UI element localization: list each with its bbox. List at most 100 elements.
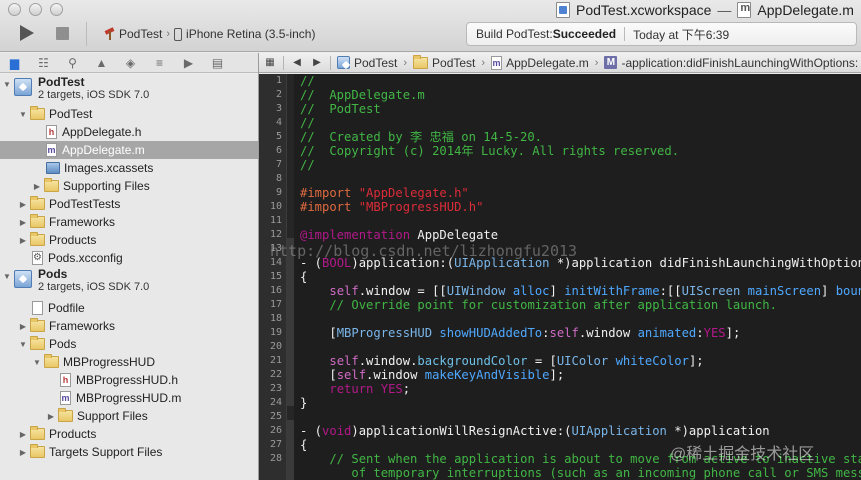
breadcrumb-symbol[interactable]: M -application:didFinishLaunchingWithOpt… bbox=[604, 56, 858, 70]
code-line: #import "AppDelegate.h" bbox=[300, 186, 469, 200]
group-label: Targets Support Files bbox=[49, 445, 163, 459]
disclosure-open-icon[interactable]: ▼ bbox=[2, 272, 12, 281]
file-row[interactable]: h AppDelegate.h bbox=[0, 123, 258, 141]
group-label: PodTest bbox=[49, 107, 93, 121]
group-label: Frameworks bbox=[49, 215, 116, 229]
disclosure-closed-icon[interactable]: ▶ bbox=[18, 236, 28, 245]
scheme-device[interactable]: iPhone Retina (3.5-inch) bbox=[186, 27, 315, 41]
file-label: Pods.xcconfig bbox=[48, 251, 123, 265]
header-file-icon: h bbox=[46, 125, 57, 139]
file-row[interactable]: ⚙ Pods.xcconfig bbox=[0, 249, 258, 267]
code-line: return YES; bbox=[329, 382, 411, 396]
project-name: Pods bbox=[38, 267, 68, 281]
source-editor[interactable]: // // AppDelegate.m // PodTest // // Cre… bbox=[294, 74, 861, 480]
disclosure-closed-icon[interactable]: ▶ bbox=[46, 412, 56, 421]
breakpoint-icon[interactable]: ▶ bbox=[174, 54, 203, 72]
window-toolbar: PodTest.xcworkspace — AppDelegate.m PodT… bbox=[0, 0, 861, 52]
fold-region[interactable] bbox=[287, 420, 294, 480]
line-number: 15 bbox=[269, 271, 282, 282]
disclosure-open-icon[interactable]: ▼ bbox=[32, 358, 42, 367]
chevron-right-icon: › bbox=[403, 56, 408, 69]
file-label: Podfile bbox=[48, 301, 85, 315]
disclosure-closed-icon[interactable]: ▶ bbox=[18, 200, 28, 209]
group-row[interactable]: ▶ PodTestTests bbox=[0, 195, 258, 213]
project-row-pods[interactable]: ▼ Pods 2 targets, iOS SDK 7.0 bbox=[0, 268, 258, 296]
group-row[interactable]: ▶ Products bbox=[0, 425, 258, 443]
disclosure-closed-icon[interactable]: ▶ bbox=[18, 218, 28, 227]
file-title: AppDelegate.m bbox=[757, 2, 854, 18]
group-row[interactable]: ▼ MBProgressHUD bbox=[0, 353, 258, 371]
debug-icon[interactable]: ≡ bbox=[145, 54, 174, 72]
group-label: Pods bbox=[49, 337, 77, 351]
back-arrow-icon[interactable]: ◀ bbox=[290, 57, 304, 68]
line-number: 10 bbox=[269, 201, 282, 212]
group-row[interactable]: ▶ Support Files bbox=[0, 407, 258, 425]
symbol-icon[interactable]: ☷ bbox=[29, 54, 58, 72]
folder-icon bbox=[44, 178, 59, 192]
close-window-button[interactable] bbox=[8, 3, 21, 16]
line-number: 13 bbox=[269, 243, 282, 254]
folder-icon bbox=[413, 54, 429, 69]
file-label: AppDelegate.h bbox=[62, 125, 142, 139]
code-line: #import "MBProgressHUD.h" bbox=[300, 200, 484, 214]
group-row[interactable]: ▶ Targets Support Files bbox=[0, 443, 258, 461]
breadcrumb-file[interactable]: m AppDelegate.m bbox=[491, 55, 589, 70]
file-label: MBProgressHUD.h bbox=[76, 373, 179, 387]
zoom-window-button[interactable] bbox=[50, 3, 63, 16]
run-button[interactable] bbox=[20, 25, 34, 41]
xcode-project-icon bbox=[14, 78, 32, 96]
file-row[interactable]: m MBProgressHUD.m bbox=[0, 389, 258, 407]
issue-icon[interactable]: ▲ bbox=[87, 54, 116, 72]
file-row-selected[interactable]: m AppDelegate.m bbox=[0, 141, 258, 159]
folder-icon[interactable]: ▆ bbox=[0, 54, 29, 72]
group-row[interactable]: ▼ PodTest bbox=[0, 105, 258, 123]
group-label: Support Files bbox=[77, 409, 148, 423]
implementation-file-icon: m bbox=[60, 391, 71, 405]
code-folding-ribbon[interactable] bbox=[287, 74, 294, 480]
code-line: - (BOOL)application:(UIApplication *)app… bbox=[300, 256, 861, 270]
breadcrumb-label: -application:didFinishLaunchingWithOptio… bbox=[621, 55, 859, 70]
line-number: 6 bbox=[275, 145, 282, 156]
scheme-target[interactable]: PodTest bbox=[119, 27, 162, 41]
iphone-icon bbox=[174, 27, 183, 41]
breadcrumb-group[interactable]: PodTest bbox=[413, 54, 475, 70]
code-line: { bbox=[300, 438, 308, 452]
group-row[interactable]: ▶ Frameworks bbox=[0, 213, 258, 231]
project-row-podtest[interactable]: ▼ PodTest 2 targets, iOS SDK 7.0 bbox=[0, 76, 258, 104]
group-row[interactable]: ▶ Products bbox=[0, 231, 258, 249]
folder-icon bbox=[58, 408, 73, 422]
group-label: PodTestTests bbox=[49, 197, 121, 211]
code-line: { bbox=[300, 270, 308, 284]
file-row[interactable]: h MBProgressHUD.h bbox=[0, 371, 258, 389]
log-icon[interactable]: ▤ bbox=[203, 54, 232, 72]
fold-region[interactable] bbox=[287, 238, 294, 406]
breadcrumb-project[interactable]: PodTest bbox=[337, 56, 397, 70]
navigator-selector-bar: ▆ ☷ ⚲ ▲ ◈ ≡ ▶ ▤ bbox=[0, 53, 258, 73]
disclosure-closed-icon[interactable]: ▶ bbox=[32, 182, 42, 191]
line-number-gutter[interactable]: 1 2 3 4 5 6 7 8 9 10 11 12 13 14 15 16 17 18 19 20 21 22 23 24 2… bbox=[259, 74, 287, 480]
related-items-icon[interactable]: ▦ bbox=[263, 57, 277, 68]
disclosure-closed-icon[interactable]: ▶ bbox=[18, 430, 28, 439]
group-row[interactable]: ▶ Supporting Files bbox=[0, 177, 258, 195]
line-number: 28 bbox=[269, 453, 282, 464]
disclosure-closed-icon[interactable]: ▶ bbox=[18, 448, 28, 457]
file-row[interactable]: Podfile bbox=[0, 299, 258, 317]
test-icon[interactable]: ◈ bbox=[116, 54, 145, 72]
disclosure-open-icon[interactable]: ▼ bbox=[2, 80, 12, 89]
forward-arrow-icon[interactable]: ▶ bbox=[310, 57, 324, 68]
config-file-icon: ⚙ bbox=[32, 251, 43, 265]
disclosure-closed-icon[interactable]: ▶ bbox=[18, 322, 28, 331]
file-row[interactable]: Images.xcassets bbox=[0, 159, 258, 177]
disclosure-open-icon[interactable]: ▼ bbox=[18, 110, 28, 119]
disclosure-open-icon[interactable]: ▼ bbox=[18, 340, 28, 349]
search-icon[interactable]: ⚲ bbox=[58, 54, 87, 72]
activity-viewer: Build PodTest: Succeeded Today at 下午6:39 bbox=[466, 22, 857, 46]
group-row[interactable]: ▶ Frameworks bbox=[0, 317, 258, 335]
group-row[interactable]: ▼ Pods bbox=[0, 335, 258, 353]
line-number: 22 bbox=[269, 369, 282, 380]
code-line: self.window = [[UIWindow alloc] initWith… bbox=[329, 284, 861, 298]
scheme-selector[interactable]: PodTest › iPhone Retina (3.5-inch) bbox=[86, 22, 315, 46]
code-line: // Created by 李 忠福 on 14-5-20. bbox=[300, 130, 543, 144]
stop-button[interactable] bbox=[56, 27, 69, 40]
minimize-window-button[interactable] bbox=[29, 3, 42, 16]
